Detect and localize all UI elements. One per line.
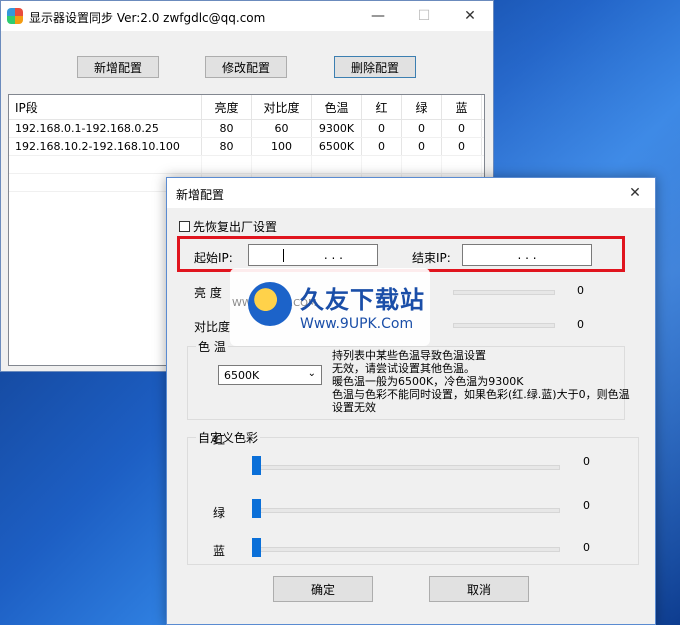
contrast-slider[interactable] [453,323,555,328]
add-config-button[interactable]: 新增配置 [77,56,159,78]
green-slider[interactable] [258,508,560,513]
cell-color-temp: 9300K [312,120,362,137]
main-window-title: 显示器设置同步 Ver:2.0 zwfgdlc@qq.com [29,11,266,25]
table-row[interactable]: 192.168.0.1-192.168.0.25 80 60 9300K 0 0… [9,120,484,138]
watermark: WWW.9UPK.COM 久友下载站 Www.9UPK.Com [230,268,430,346]
empty-row [9,156,484,174]
red-label: 红 [213,433,226,447]
list-header: IP段 亮度 对比度 色温 红 绿 蓝 [9,95,484,120]
green-value: 0 [583,499,590,512]
red-slider[interactable] [258,465,560,470]
watermark-logo-icon [248,282,292,326]
cell-blue: 0 [442,120,482,137]
green-slider-thumb[interactable] [252,499,261,518]
edit-config-button[interactable]: 修改配置 [205,56,287,78]
color-temp-group-title: 色 温 [196,338,228,355]
dialog-title: 新增配置 [176,188,225,202]
end-ip-dots: . . . [517,248,537,262]
dialog-titlebar[interactable]: 新增配置 ✕ [167,178,655,208]
color-temp-selected: 6500K [224,368,260,382]
red-slider-thumb[interactable] [252,456,261,475]
red-value: 0 [583,455,590,468]
color-temp-select[interactable]: 6500K ⌄ [218,365,322,385]
text-caret [282,248,284,262]
color-temp-note-top: 持列表中某些色温导致色温设置 [332,349,486,362]
header-brightness[interactable]: 亮度 [202,95,252,119]
close-icon[interactable]: ✕ [615,178,655,208]
ok-button[interactable]: 确定 [273,576,373,602]
custom-color-group-title: 自定义色彩 [196,429,261,446]
ip-range-highlight: 起始IP: . . . 结束IP: . . . [177,236,625,272]
color-temp-note: 无效，请尝试设置其他色温。 暖色温一般为6500K，冷色温为9300K 色温与色… [332,362,630,414]
cell-brightness: 80 [202,120,252,137]
end-ip-input[interactable]: . . . [462,244,592,266]
blue-value: 0 [583,541,590,554]
start-ip-label: 起始IP: [194,251,233,265]
header-blue[interactable]: 蓝 [442,95,482,119]
cell-ip-range: 192.168.0.1-192.168.0.25 [9,120,202,137]
cell-red: 0 [362,120,402,137]
cell-green: 0 [402,120,442,137]
delete-config-button[interactable]: 删除配置 [334,56,416,78]
app-icon [7,8,23,24]
header-contrast[interactable]: 对比度 [252,95,312,119]
cell-ip-range: 192.168.10.2-192.168.10.100 [9,138,202,155]
header-green[interactable]: 绿 [402,95,442,119]
minimize-icon[interactable]: — [355,1,401,31]
maximize-icon: ☐ [417,8,431,24]
cell-contrast: 60 [252,120,312,137]
watermark-title: 久友下载站 [300,286,425,314]
header-color-temp[interactable]: 色温 [312,95,362,119]
cell-blue: 0 [442,138,482,155]
green-label: 绿 [213,506,226,520]
restore-factory-checkbox[interactable] [179,221,190,232]
brightness-slider[interactable] [453,290,555,295]
cancel-button[interactable]: 取消 [429,576,529,602]
start-ip-dots: . . . [323,248,343,262]
header-red[interactable]: 红 [362,95,402,119]
blue-slider[interactable] [258,547,560,552]
brightness-value: 0 [577,284,584,297]
restore-factory-checkbox-row[interactable]: 先恢复出厂设置 [179,218,277,235]
chevron-down-icon: ⌄ [307,368,316,379]
restore-factory-label: 先恢复出厂设置 [193,220,278,234]
cell-brightness: 80 [202,138,252,155]
table-row[interactable]: 192.168.10.2-192.168.10.100 80 100 6500K… [9,138,484,156]
blue-label: 蓝 [213,544,226,558]
add-config-dialog: 新增配置 ✕ 先恢复出厂设置 起始IP: . . . 结束IP: . . . 亮… [166,177,656,625]
header-ip-range[interactable]: IP段 [9,95,202,119]
cell-contrast: 100 [252,138,312,155]
start-ip-input[interactable]: . . . [248,244,378,266]
end-ip-label: 结束IP: [412,251,451,265]
contrast-value: 0 [577,318,584,331]
main-titlebar[interactable]: 显示器设置同步 Ver:2.0 zwfgdlc@qq.com — ☐ ✕ [1,1,493,31]
brightness-label: 亮 度 [194,286,222,300]
contrast-label: 对比度 [194,320,231,334]
cell-green: 0 [402,138,442,155]
watermark-url: Www.9UPK.Com [300,316,414,332]
cell-red: 0 [362,138,402,155]
blue-slider-thumb[interactable] [252,538,261,557]
cell-color-temp: 6500K [312,138,362,155]
close-icon[interactable]: ✕ [447,1,493,31]
